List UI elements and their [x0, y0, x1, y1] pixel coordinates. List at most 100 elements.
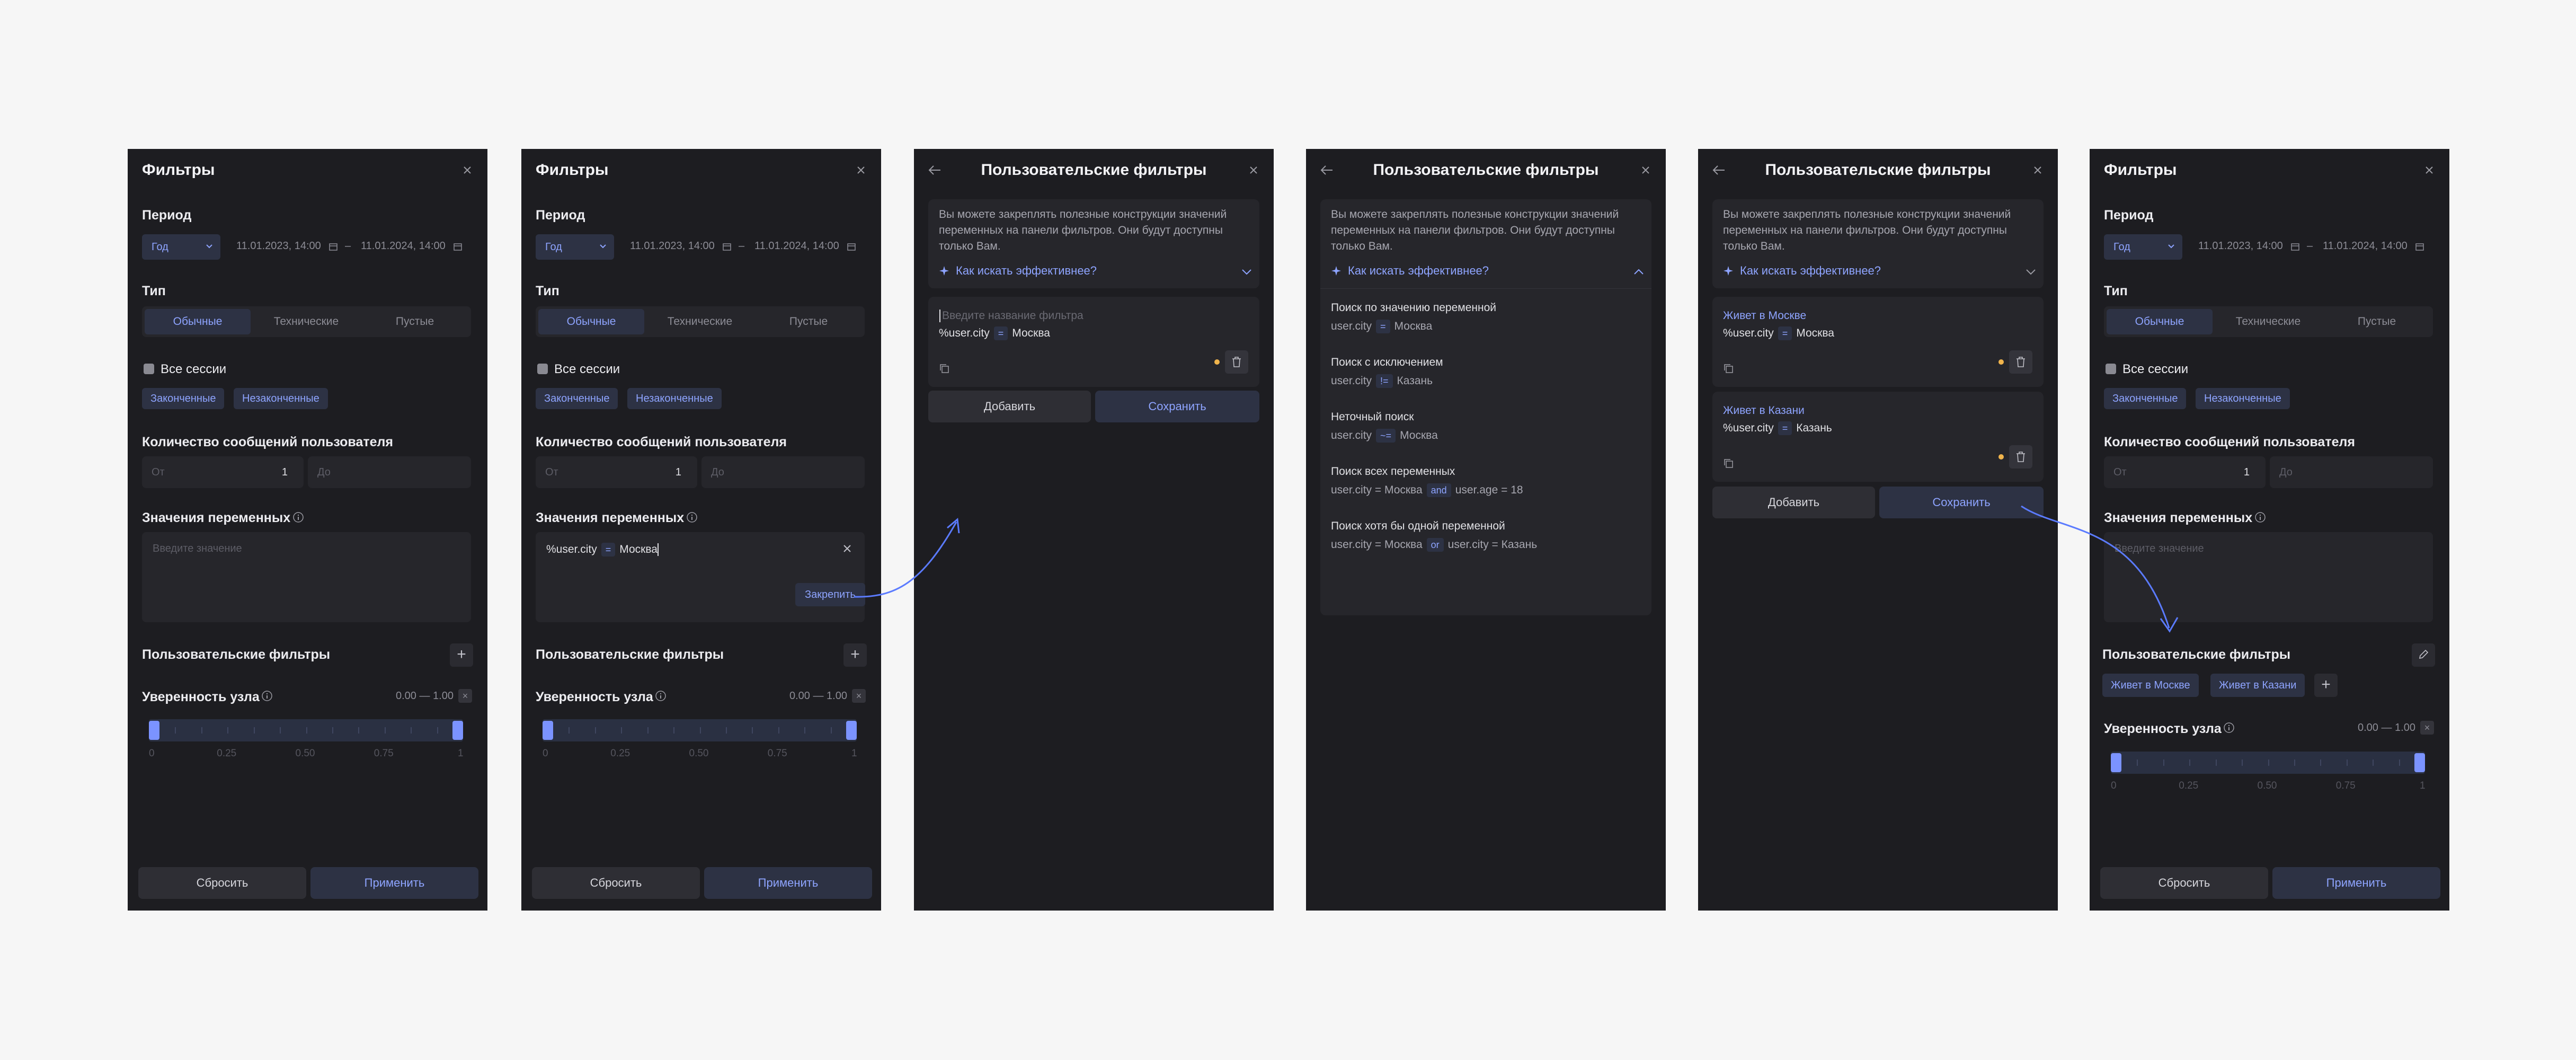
slider-thumb-high[interactable]: [2414, 753, 2425, 772]
session-chip[interactable]: Законченные: [142, 388, 225, 409]
apply-button[interactable]: Применить: [310, 867, 478, 899]
session-chip[interactable]: Законченные: [536, 388, 618, 409]
slider-thumb-low[interactable]: [149, 721, 159, 740]
info-icon[interactable]: [261, 690, 273, 702]
msg-from-input[interactable]: От 1: [2104, 456, 2266, 488]
type-option[interactable]: Обычные: [2107, 309, 2213, 334]
info-icon[interactable]: [292, 511, 304, 523]
filter-name[interactable]: Живет в Москве: [1723, 310, 1806, 322]
slider-thumb-low[interactable]: [543, 721, 553, 740]
clear-icon[interactable]: ×: [2420, 721, 2434, 735]
date-from[interactable]: 11.01.2023, 14:00: [236, 240, 321, 252]
close-icon[interactable]: [1639, 164, 1652, 176]
calendar-icon[interactable]: [329, 242, 337, 251]
date-to[interactable]: 11.01.2024, 14:00: [361, 240, 446, 252]
close-icon[interactable]: [1247, 164, 1260, 176]
date-from[interactable]: 11.01.2023, 14:00: [2198, 240, 2283, 252]
calendar-icon[interactable]: [2291, 242, 2299, 251]
close-icon[interactable]: [461, 164, 474, 176]
calendar-icon[interactable]: [2415, 242, 2424, 251]
chevron-up-icon[interactable]: [1633, 268, 1645, 276]
add-custom-filter-button[interactable]: +: [843, 643, 867, 667]
type-option[interactable]: Технические: [2215, 309, 2321, 334]
trash-icon: [2017, 357, 2025, 367]
all-sessions-checkbox[interactable]: [144, 364, 154, 374]
period-select[interactable]: Год: [142, 234, 220, 260]
info-icon[interactable]: [686, 511, 698, 523]
calendar-icon[interactable]: [454, 242, 462, 251]
custom-filter-chip[interactable]: Живет в Казани: [2210, 674, 2305, 697]
chevron-down-icon[interactable]: [1241, 268, 1253, 276]
close-icon[interactable]: [2031, 164, 2044, 176]
info-icon[interactable]: [2223, 722, 2235, 734]
add-custom-filter-button[interactable]: +: [2314, 674, 2338, 697]
type-option[interactable]: Пустые: [2324, 309, 2430, 334]
session-chip[interactable]: Законченные: [2104, 388, 2187, 409]
confidence-slider[interactable]: [149, 719, 463, 741]
clear-icon[interactable]: ×: [458, 689, 472, 703]
clear-icon[interactable]: ×: [852, 689, 866, 703]
msg-to-input[interactable]: До: [2270, 456, 2433, 488]
delete-button[interactable]: [2009, 350, 2032, 374]
vars-input[interactable]: %user.city = Москва Закрепить: [536, 532, 865, 622]
all-sessions-checkbox[interactable]: [2106, 364, 2116, 374]
all-sessions-checkbox[interactable]: [537, 364, 548, 374]
how-to-search-link[interactable]: Как искать эффективнее?: [1348, 264, 1489, 278]
msg-from-input[interactable]: От 1: [142, 456, 304, 488]
type-option[interactable]: Технические: [253, 309, 359, 334]
vars-input[interactable]: Введите значение: [142, 532, 471, 622]
session-chip[interactable]: Незаконченные: [234, 388, 328, 409]
confidence-slider[interactable]: [2111, 752, 2425, 774]
reset-button[interactable]: Сбросить: [138, 867, 306, 899]
reset-button[interactable]: Сбросить: [532, 867, 700, 899]
copy-icon[interactable]: [1723, 458, 1735, 470]
slider-tick-labels: 0 0.25 0.50 0.75 1: [521, 748, 881, 761]
apply-button[interactable]: Применить: [704, 867, 872, 899]
how-to-search-link[interactable]: Как искать эффективнее?: [956, 264, 1097, 278]
period-select[interactable]: Год: [2104, 234, 2182, 260]
date-to[interactable]: 11.01.2024, 14:00: [2323, 240, 2408, 252]
session-chip[interactable]: Незаконченные: [2196, 388, 2290, 409]
slider-thumb-high[interactable]: [846, 721, 857, 740]
type-option[interactable]: Пустые: [362, 309, 468, 334]
close-icon[interactable]: [2423, 164, 2436, 176]
calendar-icon[interactable]: [723, 242, 731, 251]
msg-to-input[interactable]: До: [701, 456, 865, 488]
copy-icon[interactable]: [1723, 363, 1735, 375]
date-from[interactable]: 11.01.2023, 14:00: [630, 240, 715, 252]
filter-name[interactable]: Живет в Казани: [1723, 404, 1805, 417]
edit-custom-filters-button[interactable]: [2412, 643, 2435, 667]
info-icon[interactable]: [2254, 511, 2266, 523]
slider-thumb-high[interactable]: [452, 721, 463, 740]
info-icon[interactable]: [655, 690, 667, 702]
type-option[interactable]: Пустые: [756, 309, 861, 334]
copy-icon[interactable]: [939, 363, 951, 375]
reset-button[interactable]: Сбросить: [2100, 867, 2268, 899]
msg-to-input[interactable]: До: [308, 456, 471, 488]
date-to[interactable]: 11.01.2024, 14:00: [754, 240, 839, 252]
type-option[interactable]: Технические: [647, 309, 753, 334]
custom-filter-chip[interactable]: Живет в Москве: [2102, 674, 2199, 697]
close-icon[interactable]: [855, 164, 867, 176]
msg-from-input[interactable]: От 1: [536, 456, 697, 488]
slider-thumb-low[interactable]: [2111, 753, 2121, 772]
chevron-down-icon[interactable]: [2025, 268, 2037, 276]
add-button[interactable]: Добавить: [928, 391, 1091, 422]
add-custom-filter-button[interactable]: +: [450, 643, 473, 667]
delete-button[interactable]: [2009, 445, 2032, 469]
unsaved-dot: [1998, 454, 2004, 460]
confidence-slider[interactable]: [543, 719, 857, 741]
filter-name-input[interactable]: Введите название фильтра: [942, 310, 1083, 322]
calendar-icon[interactable]: [847, 242, 856, 251]
apply-button[interactable]: Применить: [2272, 867, 2440, 899]
type-option[interactable]: Обычные: [145, 309, 251, 334]
type-option[interactable]: Обычные: [538, 309, 644, 334]
slider-tick: [673, 727, 675, 734]
session-chip[interactable]: Незаконченные: [627, 388, 722, 409]
add-button[interactable]: Добавить: [1712, 487, 1875, 518]
delete-button[interactable]: [1225, 350, 1248, 374]
how-to-search-link[interactable]: Как искать эффективнее?: [1740, 264, 1881, 278]
period-select[interactable]: Год: [536, 234, 614, 260]
text-caret: [658, 543, 659, 556]
save-button[interactable]: Сохранить: [1095, 391, 1259, 422]
